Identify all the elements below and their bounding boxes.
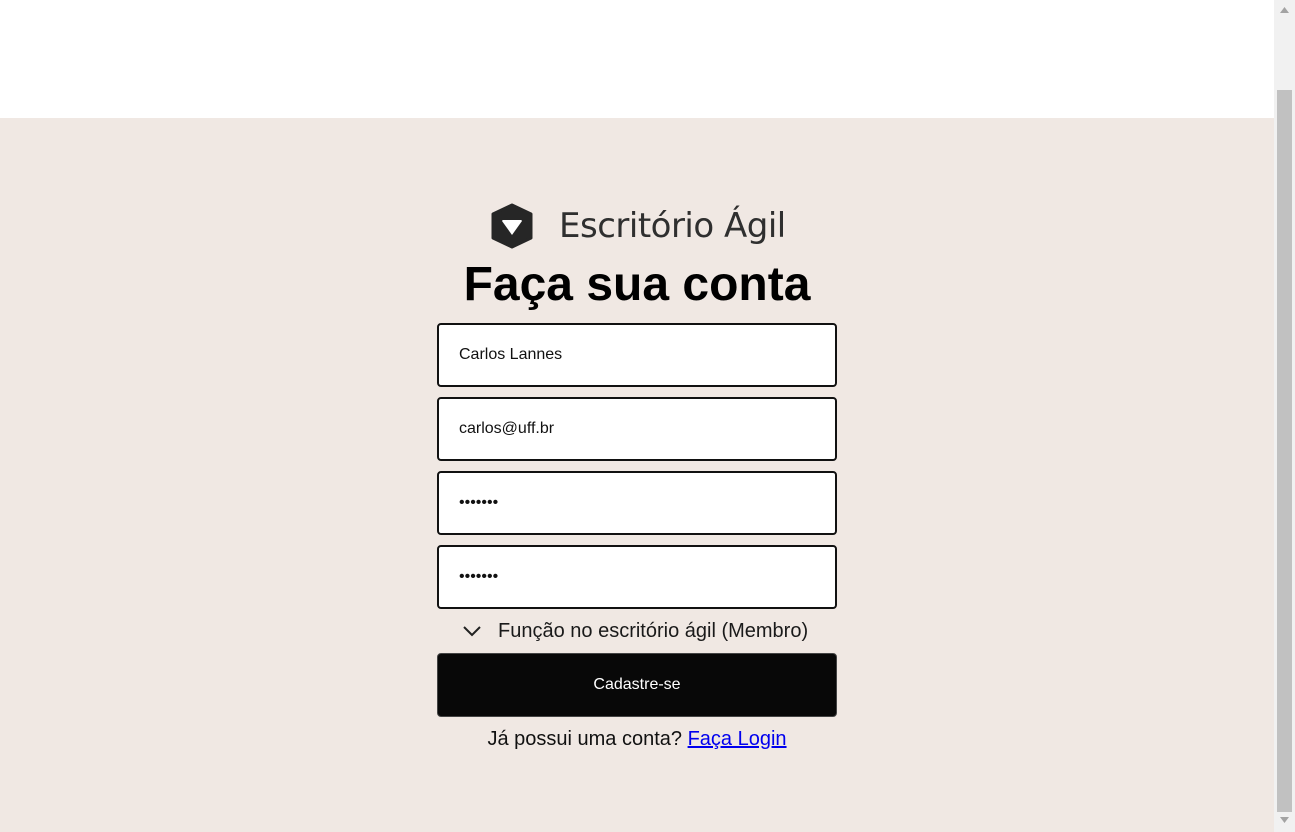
- login-prompt-text: Já possui uma conta?: [487, 728, 683, 750]
- role-dropdown[interactable]: Função no escritório ágil (Membro): [462, 618, 808, 644]
- name-input[interactable]: [437, 323, 837, 387]
- signup-button[interactable]: Cadastre-se: [437, 653, 837, 717]
- brand-name: Escritório Ágil: [559, 206, 786, 246]
- top-blank-area: [0, 0, 1274, 118]
- vertical-scrollbar[interactable]: [1274, 0, 1295, 832]
- confirm-password-input[interactable]: [437, 545, 837, 609]
- shield-check-icon: [491, 203, 533, 249]
- scroll-up-arrow-icon[interactable]: [1279, 6, 1290, 14]
- scroll-down-arrow-icon[interactable]: [1279, 816, 1290, 824]
- password-input[interactable]: [437, 471, 837, 535]
- brand-logo: Escritório Ágil: [489, 203, 786, 249]
- login-link[interactable]: Faça Login: [688, 728, 787, 750]
- email-input[interactable]: [437, 397, 837, 461]
- login-prompt: Já possui uma conta? Faça Login: [437, 728, 837, 751]
- page-title: Faça sua conta: [463, 258, 811, 311]
- page: Escritório Ágil Faça sua conta Função no…: [0, 0, 1295, 832]
- role-dropdown-label: Função no escritório ágil (Membro): [498, 619, 809, 642]
- chevron-down-icon: [463, 626, 481, 637]
- scrollbar-thumb[interactable]: [1277, 90, 1292, 812]
